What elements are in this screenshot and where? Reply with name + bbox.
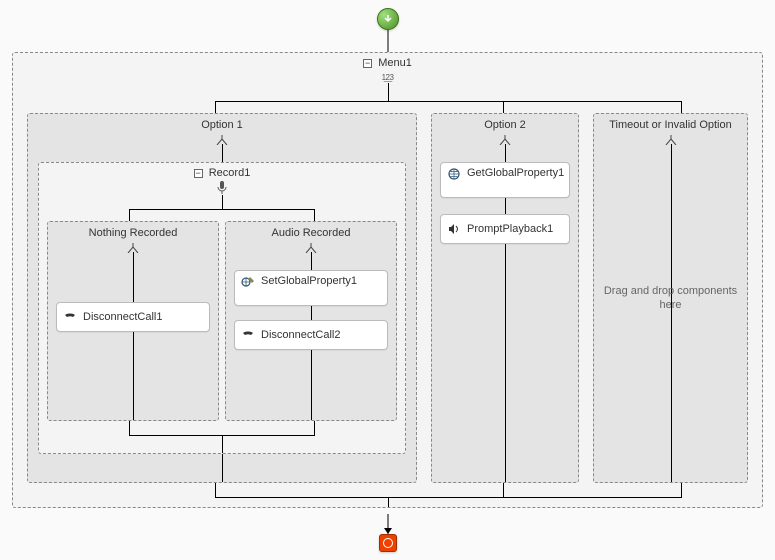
option-title: Option 2 bbox=[484, 119, 526, 131]
connector bbox=[681, 101, 682, 113]
connector bbox=[314, 421, 315, 435]
option-2-box[interactable]: Option 2 GetGlobalProperty1 PromptPlayba… bbox=[431, 113, 579, 483]
connector bbox=[387, 30, 388, 52]
connector bbox=[311, 350, 312, 420]
phone-icon bbox=[241, 328, 255, 342]
disconnect-call-component[interactable]: DisconnectCall1 bbox=[56, 302, 210, 332]
connector bbox=[503, 101, 504, 113]
connector bbox=[222, 144, 223, 162]
connector bbox=[314, 209, 315, 221]
component-label: GetGlobalProperty1 bbox=[467, 167, 564, 179]
record-header: − Record1 bbox=[39, 163, 405, 179]
globe-pencil-icon bbox=[241, 275, 255, 289]
connector bbox=[215, 101, 682, 102]
record-block[interactable]: − Record1 Nothing Recorded bbox=[38, 162, 406, 454]
connector bbox=[222, 435, 223, 453]
set-global-property-component[interactable]: SetGlobalProperty1 bbox=[234, 270, 388, 306]
component-label: PromptPlayback1 bbox=[467, 223, 553, 235]
record-title: Record1 bbox=[209, 167, 251, 179]
branch-title: Audio Recorded bbox=[272, 227, 351, 239]
option-header: Nothing Recorded bbox=[48, 222, 218, 241]
option-header: Option 2 bbox=[432, 114, 578, 133]
menu-block[interactable]: − Menu1 1̲2̲3 Option 1 − Record1 bbox=[12, 52, 763, 508]
end-node[interactable] bbox=[379, 534, 397, 552]
option-header: Audio Recorded bbox=[226, 222, 396, 241]
connector bbox=[388, 497, 389, 507]
connector bbox=[215, 483, 216, 497]
component-label: DisconnectCall2 bbox=[261, 329, 340, 341]
option-1-box[interactable]: Option 1 − Record1 bbox=[27, 113, 417, 483]
menu-header: − Menu1 bbox=[13, 53, 762, 69]
connector bbox=[505, 144, 506, 162]
connector bbox=[133, 332, 134, 420]
connector bbox=[129, 421, 130, 435]
menu-type-icon: 1̲2̲3 bbox=[13, 71, 762, 83]
connector bbox=[222, 195, 223, 209]
connector bbox=[215, 101, 216, 113]
branch-title: Nothing Recorded bbox=[89, 227, 178, 239]
collapse-icon[interactable]: − bbox=[363, 59, 372, 68]
connector bbox=[671, 144, 672, 482]
component-label: SetGlobalProperty1 bbox=[261, 275, 357, 287]
connector bbox=[129, 209, 130, 221]
connector bbox=[311, 306, 312, 320]
audio-recorded-box[interactable]: Audio Recorded SetGlobalProperty1 Discon… bbox=[225, 221, 397, 421]
start-node[interactable] bbox=[377, 8, 399, 30]
connector bbox=[129, 209, 315, 210]
nothing-recorded-box[interactable]: Nothing Recorded DisconnectCall1 bbox=[47, 221, 219, 421]
disconnect-call-component[interactable]: DisconnectCall2 bbox=[234, 320, 388, 350]
menu-title: Menu1 bbox=[378, 57, 412, 69]
flow-canvas[interactable]: − Menu1 1̲2̲3 Option 1 − Record1 bbox=[8, 8, 767, 552]
prompt-playback-component[interactable]: PromptPlayback1 bbox=[440, 214, 570, 244]
connector bbox=[503, 483, 504, 497]
get-global-property-component[interactable]: GetGlobalProperty1 bbox=[440, 162, 570, 198]
connector bbox=[311, 252, 312, 270]
phone-icon bbox=[63, 310, 77, 324]
speaker-icon bbox=[447, 222, 461, 236]
connector bbox=[505, 198, 506, 214]
timeout-option-box[interactable]: Timeout or Invalid Option Drag and drop … bbox=[593, 113, 748, 483]
option-title: Option 1 bbox=[201, 119, 243, 131]
option-header: Timeout or Invalid Option bbox=[594, 114, 747, 133]
connector bbox=[215, 497, 682, 498]
connector bbox=[681, 483, 682, 497]
option-header: Option 1 bbox=[28, 114, 416, 133]
connector bbox=[505, 244, 506, 482]
drop-hint: Drag and drop components here bbox=[602, 284, 739, 313]
component-label: DisconnectCall1 bbox=[83, 311, 162, 323]
collapse-icon[interactable]: − bbox=[194, 169, 203, 178]
connector bbox=[222, 454, 223, 482]
option-title: Timeout or Invalid Option bbox=[609, 119, 731, 131]
connector bbox=[388, 83, 389, 101]
connector bbox=[133, 252, 134, 302]
globe-icon bbox=[447, 167, 461, 181]
